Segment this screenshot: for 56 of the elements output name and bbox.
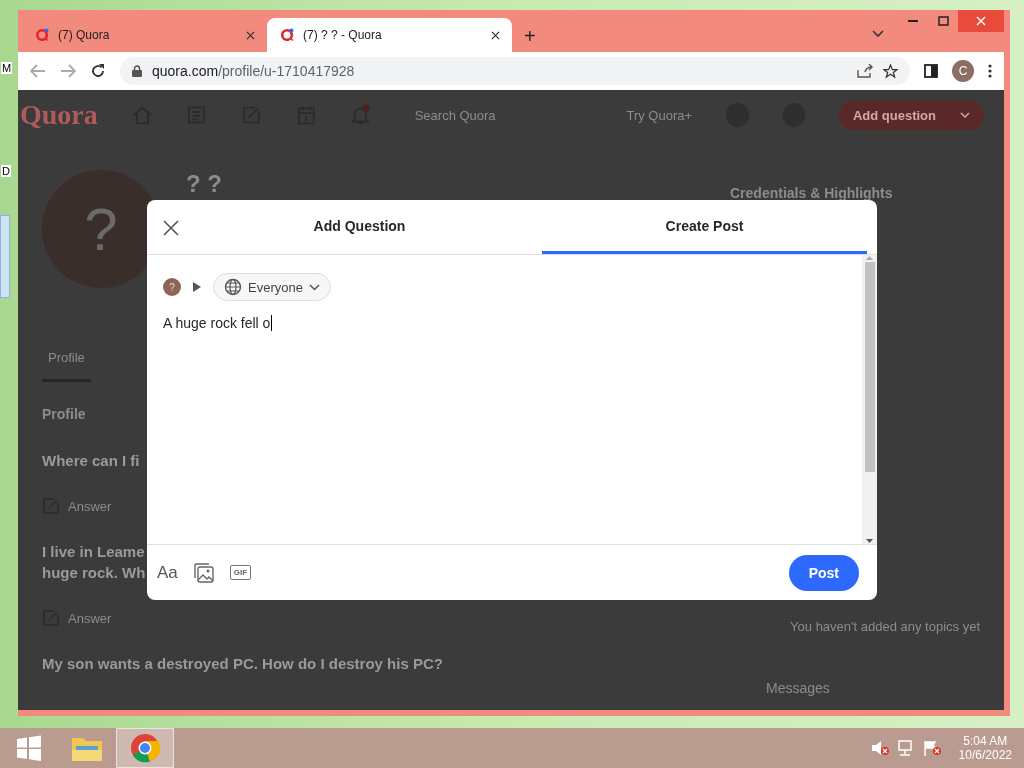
image-icon[interactable] xyxy=(193,562,214,583)
triangle-right-icon xyxy=(193,282,201,292)
flag-icon[interactable] xyxy=(922,740,941,756)
post-button[interactable]: Post xyxy=(788,554,859,591)
quora-logo-icon xyxy=(279,27,295,43)
desktop-icon-label[interactable]: M xyxy=(1,62,13,74)
side-panel-icon[interactable] xyxy=(924,64,938,78)
forward-icon[interactable] xyxy=(60,64,76,78)
add-question-button[interactable]: Add question xyxy=(838,100,984,130)
text-format-button[interactable]: Aa xyxy=(157,562,178,583)
browser-tab[interactable]: (7) ? ? - Quora xyxy=(267,18,512,52)
star-icon[interactable] xyxy=(883,63,898,79)
section-heading: Profile xyxy=(42,406,87,422)
chevron-down-icon[interactable] xyxy=(872,30,884,38)
close-icon[interactable] xyxy=(491,30,500,40)
desktop-icon-label[interactable]: D xyxy=(1,165,11,177)
scrollbar[interactable] xyxy=(862,255,877,544)
share-icon[interactable] xyxy=(857,64,873,78)
quora-logo-icon xyxy=(34,27,50,43)
menu-icon[interactable] xyxy=(988,64,992,78)
browser-tab[interactable]: (7) Quora xyxy=(22,18,267,52)
network-icon[interactable] xyxy=(896,740,915,756)
dialog-tab[interactable]: Create Post xyxy=(542,200,867,254)
lock-icon xyxy=(132,65,142,77)
chrome-icon xyxy=(130,733,160,763)
maximize-icon[interactable] xyxy=(937,16,949,26)
gif-button[interactable]: GIF xyxy=(229,565,252,580)
dialog-tab[interactable]: Add Question xyxy=(197,200,522,254)
question-title[interactable]: My son wants a destroyed PC. How do I destroy his PC? xyxy=(42,655,602,672)
taskbar-app[interactable] xyxy=(116,728,174,768)
windows-logo-icon[interactable] xyxy=(16,735,42,761)
search-field[interactable]: Search Quora xyxy=(414,107,593,123)
try-plus-link[interactable]: Try Quora+ xyxy=(626,107,693,123)
audience-dropdown[interactable]: Everyone xyxy=(213,273,331,301)
close-button[interactable] xyxy=(163,220,179,236)
arrow-down-icon[interactable] xyxy=(866,539,873,544)
back-icon[interactable] xyxy=(30,64,46,78)
speaker-muted-icon[interactable] xyxy=(870,740,889,756)
answer-button[interactable]: Answer xyxy=(68,610,112,626)
address-bar[interactable]: quora.com/profile/u-1710417928 xyxy=(120,57,910,85)
arrow-up-icon[interactable] xyxy=(866,255,873,260)
new-tab-button[interactable]: + xyxy=(524,26,536,46)
messages-heading[interactable]: Messages xyxy=(766,680,980,696)
reload-icon[interactable] xyxy=(90,63,106,79)
profile-tab[interactable]: Profile xyxy=(42,350,91,382)
answer-button[interactable]: Answer xyxy=(68,498,112,514)
chevron-down-icon xyxy=(308,283,320,291)
chevron-down-icon[interactable] xyxy=(960,112,970,118)
section-heading: Credentials & Highlights xyxy=(730,185,894,201)
profile-avatar[interactable]: C xyxy=(952,60,974,82)
post-text-field[interactable]: A huge rock fell o xyxy=(163,315,846,526)
profile-name: ? ? xyxy=(186,170,222,198)
empty-topics-note: You haven't added any topics yet xyxy=(789,619,980,634)
close-icon[interactable] xyxy=(246,30,255,40)
user-avatar: ? xyxy=(163,278,181,296)
minimize-icon[interactable] xyxy=(908,19,918,23)
